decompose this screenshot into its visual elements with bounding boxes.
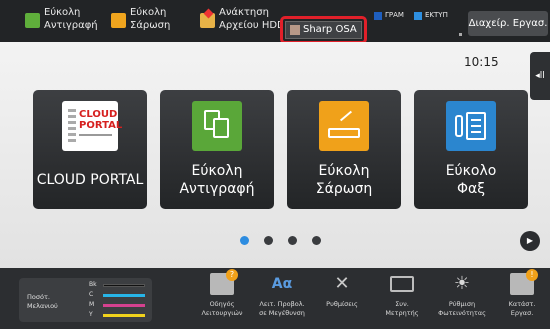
page-dot-4[interactable] xyxy=(312,236,321,245)
toner-bar-cyan xyxy=(103,294,145,297)
fax-line xyxy=(471,131,481,133)
fax-handset xyxy=(455,115,463,137)
scan-beam xyxy=(339,110,353,122)
job-status-icon xyxy=(510,269,538,295)
counter-icon xyxy=(390,276,414,292)
magnify-icon: Aα xyxy=(271,276,293,292)
print-mode-label: ΓΡΑΜ xyxy=(385,11,404,19)
toner-bar-yellow xyxy=(103,314,145,317)
function-label: Κατάστ. Εργασ. xyxy=(508,300,536,317)
bottom-bar: Ποσότ. Μελανιού Bk C M Y Οδηγός Λειτουργ… xyxy=(0,268,550,329)
copy-mode-indicator-icon xyxy=(414,12,422,20)
tile-easy-scan[interactable]: Εύκολη Σάρωση xyxy=(287,90,401,209)
tile-easy-copy[interactable]: Εύκολη Αντιγραφή xyxy=(160,90,274,209)
fax-line xyxy=(471,119,481,121)
shortcut-hdd-retrieve[interactable]: Ανάκτηση Αρχείου HDD xyxy=(200,4,280,38)
function-label: Συν. Μετρητής xyxy=(385,300,419,317)
fax-line xyxy=(471,125,481,127)
shortcut-label: Εύκολη Σάρωση xyxy=(130,7,171,31)
sharp-osa-icon xyxy=(290,25,300,35)
copy-icon xyxy=(25,13,40,28)
tile-cloud-portal[interactable]: CLOUD PORTAL CLOUD PORTAL xyxy=(33,90,147,209)
copy-doc-front xyxy=(213,118,229,138)
magnified-display-button[interactable]: Aα Λειτ. Προβολ. σε Μεγέθυνση xyxy=(256,273,308,327)
cloud-portal-icon: CLOUD PORTAL xyxy=(62,101,122,151)
sharp-osa-button[interactable]: Sharp OSA xyxy=(285,21,362,39)
cloud-portal-logo-text: CLOUD PORTAL xyxy=(79,109,123,131)
tile-label: CLOUD PORTAL xyxy=(36,172,144,188)
fax-icon xyxy=(446,101,496,151)
toner-title: Ποσότ. Μελανιού xyxy=(27,293,58,310)
scan-bed xyxy=(328,128,360,138)
page-dot-3[interactable] xyxy=(288,236,297,245)
function-label: Ρύθμιση Φωτεινότητας xyxy=(438,300,486,317)
brightness-button[interactable]: ☀ Ρύθμιση Φωτεινότητας xyxy=(436,273,488,327)
function-label: Ρυθμίσεις xyxy=(326,300,358,308)
operation-guide-button[interactable]: Οδηγός Λειτουργιών xyxy=(196,269,248,327)
tile-label: Εύκολη Σάρωση xyxy=(315,163,373,197)
function-label: Οδηγός Λειτουργιών xyxy=(201,300,243,317)
scan-icon xyxy=(319,101,369,151)
tile-label: Εύκολη Αντιγραφή xyxy=(179,163,255,197)
shortcut-easy-scan[interactable]: Εύκολη Σάρωση xyxy=(111,4,203,38)
print-mode-indicator-icon xyxy=(374,12,382,20)
shortcut-easy-copy[interactable]: Εύκολη Αντιγραφή xyxy=(25,4,117,38)
toner-key: Bk xyxy=(89,281,97,288)
folder-icon xyxy=(200,13,215,28)
job-status-button[interactable]: Διαχείρ. Εργασ. xyxy=(468,11,548,36)
cloud-portal-underline xyxy=(79,134,112,136)
sharp-osa-label: Sharp OSA xyxy=(303,24,357,35)
settings-button[interactable]: ✕ Ρυθμίσεις xyxy=(316,273,368,327)
shortcut-label: Ανάκτηση Αρχείου HDD xyxy=(219,7,280,31)
brightness-icon: ☀ xyxy=(453,273,471,294)
function-label: Λειτ. Προβολ. σε Μεγέθυνση xyxy=(259,300,305,317)
operation-guide-icon xyxy=(210,269,238,295)
page-dot-1[interactable] xyxy=(240,236,249,245)
toner-row-bk: Bk xyxy=(89,280,149,290)
toner-bar-black xyxy=(103,284,145,287)
toner-row-m: M xyxy=(89,300,149,310)
tile-label: Εύκολο Φαξ xyxy=(445,163,497,197)
tile-easy-fax[interactable]: Εύκολο Φαξ xyxy=(414,90,528,209)
job-status-bottom-button[interactable]: Κατάστ. Εργασ. xyxy=(496,269,548,327)
toner-bar-magenta xyxy=(103,304,145,307)
copy-icon xyxy=(192,101,242,151)
toner-key: M xyxy=(89,301,95,308)
home-screen: 10:15 ◂ll CLOUD PORTAL CLOUD PORTAL Εύκο… xyxy=(0,42,550,268)
toner-key: C xyxy=(89,291,94,298)
sharp-osa-highlight: Sharp OSA xyxy=(280,16,367,44)
top-bar: Εύκολη Αντιγραφή Εύκολη Σάρωση Ανάκτηση … xyxy=(0,0,550,44)
toner-row-y: Y xyxy=(89,310,149,320)
cloud-portal-stripes xyxy=(68,109,76,143)
page-dot-2[interactable] xyxy=(264,236,273,245)
side-panel-tab[interactable]: ◂ll xyxy=(530,52,550,100)
scan-icon xyxy=(111,13,126,28)
toner-row-c: C xyxy=(89,290,149,300)
menu-dot-icon xyxy=(459,33,462,36)
total-count-button[interactable]: Συν. Μετρητής xyxy=(376,273,428,327)
clock: 10:15 xyxy=(464,55,499,69)
toner-key: Y xyxy=(89,311,93,318)
next-page-button[interactable]: ▶ xyxy=(520,231,540,251)
settings-icon: ✕ xyxy=(334,273,350,294)
copy-mode-label: ΕΚΤΥΠ xyxy=(425,11,448,19)
toner-level-panel[interactable]: Ποσότ. Μελανιού Bk C M Y xyxy=(19,278,152,322)
